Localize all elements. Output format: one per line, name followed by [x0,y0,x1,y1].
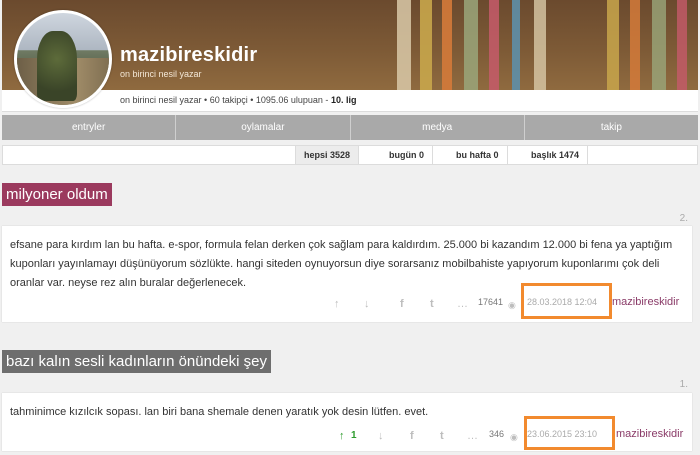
entry-filter-bar: hepsi 3528 bugün 0 bu hafta 0 başlık 147… [2,145,698,165]
view-count: 346 [489,429,505,439]
downvote-icon[interactable]: ↓ [378,428,384,444]
filter-baslik[interactable]: başlık 1474 [523,146,589,164]
meta-rank: 10. lig [330,95,357,105]
entry-footer: ↑ ↓ f t … 17641 ◉ 28.03.2018 12:04 mazib… [2,294,692,314]
more-icon[interactable]: … [467,428,478,444]
entry-index: 1. [679,379,688,390]
filter-bugun[interactable]: bugün 0 [381,146,433,164]
entry-date[interactable]: 28.03.2018 12:04 [527,297,597,307]
entry-card: tahminimce kızılcık sopası. lan biri ban… [2,393,692,451]
view-count: 17641 [478,297,504,307]
upvote-icon[interactable]: ↑ [339,428,345,444]
eye-icon: ◉ [510,432,518,442]
avatar[interactable] [14,10,112,108]
profile-tabs: entryler oylamalar medya takip [2,115,698,140]
entry-index: 2. [679,213,688,224]
topic-title[interactable]: milyoner oldum [2,183,112,206]
eye-icon: ◉ [508,300,516,310]
downvote-icon[interactable]: ↓ [364,296,370,312]
entry-author[interactable]: mazibireskidir [612,296,679,308]
username[interactable]: mazibireskidir [120,44,257,67]
more-icon[interactable]: … [457,296,468,312]
filter-bu-hafta[interactable]: bu hafta 0 [448,146,508,164]
twitter-icon[interactable]: t [440,428,444,444]
entry-card: efsane para kırdım lan bu hafta. e-spor,… [2,226,692,322]
facebook-icon[interactable]: f [400,296,404,312]
tab-takip[interactable]: takip [525,115,698,140]
user-subtitle: on birinci nesil yazar [120,69,202,79]
entry-author[interactable]: mazibireskidir [616,428,683,440]
entry-content: tahminimce kızılcık sopası. lan biri ban… [10,406,429,418]
facebook-icon[interactable]: f [410,428,414,444]
upvote-icon[interactable]: ↑ [334,296,340,312]
tab-medya[interactable]: medya [351,115,525,140]
tab-entryler[interactable]: entryler [2,115,177,140]
entry-date[interactable]: 23.06.2015 23:10 [527,429,597,439]
meta-text: on birinci nesil yazar • 60 takipçi • 10… [120,95,331,105]
tab-oylamalar[interactable]: oylamalar [176,115,351,140]
entry-footer: ↑ 1 ↓ f t … 346 ◉ 23.06.2015 23:10 mazib… [2,426,692,446]
profile-meta: on birinci nesil yazar • 60 takipçi • 10… [120,95,356,105]
filter-hepsi[interactable]: hepsi 3528 [295,146,360,164]
topic-title[interactable]: bazı kalın sesli kadınların önündeki şey [2,350,271,373]
upvote-count: 1 [351,430,357,441]
entry-content: efsane para kırdım lan bu hafta. e-spor,… [10,239,673,289]
twitter-icon[interactable]: t [430,296,434,312]
